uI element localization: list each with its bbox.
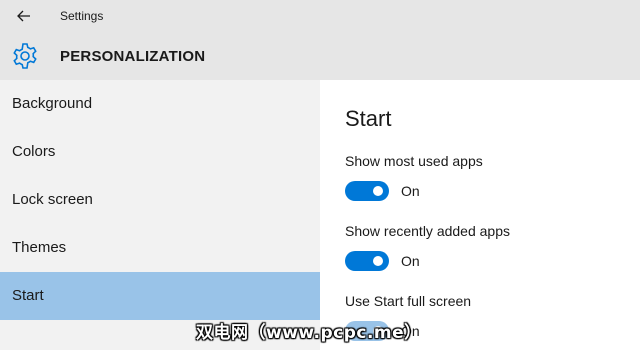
- setting-label-most-used: Show most used apps: [345, 153, 483, 169]
- toggle-knob: [373, 186, 383, 196]
- toggle-state-most-used: On: [401, 183, 420, 199]
- sidebar-item-background[interactable]: Background: [0, 80, 320, 128]
- page-header: PERSONALIZATION: [0, 32, 640, 80]
- section-title: Start: [345, 106, 392, 131]
- title-bar: Settings: [0, 0, 640, 32]
- page-title: PERSONALIZATION: [60, 48, 206, 65]
- sidebar-item-start[interactable]: Start: [0, 272, 320, 320]
- setting-label-full-screen: Use Start full screen: [345, 293, 472, 309]
- toggle-most-used-apps[interactable]: [345, 181, 389, 201]
- sidebar-item-lock-screen[interactable]: Lock screen: [0, 176, 320, 224]
- back-arrow-icon: [17, 10, 30, 22]
- sidebar: Background Colors Lock screen Themes Sta…: [0, 80, 320, 350]
- main-content: Start Show most used apps On Show recent…: [321, 80, 640, 350]
- toggle-recently-added-apps[interactable]: [345, 251, 389, 271]
- watermark: 双电网（www.pcpc.me）: [196, 323, 422, 343]
- back-button[interactable]: [8, 2, 40, 30]
- window-title: Settings: [60, 9, 104, 23]
- toggle-knob: [373, 256, 383, 266]
- setting-label-recently-added: Show recently added apps: [345, 223, 510, 239]
- toggle-state-recently-added: On: [401, 253, 420, 269]
- sidebar-item-themes[interactable]: Themes: [0, 224, 320, 272]
- sidebar-item-colors[interactable]: Colors: [0, 128, 320, 176]
- gear-icon: [13, 43, 37, 69]
